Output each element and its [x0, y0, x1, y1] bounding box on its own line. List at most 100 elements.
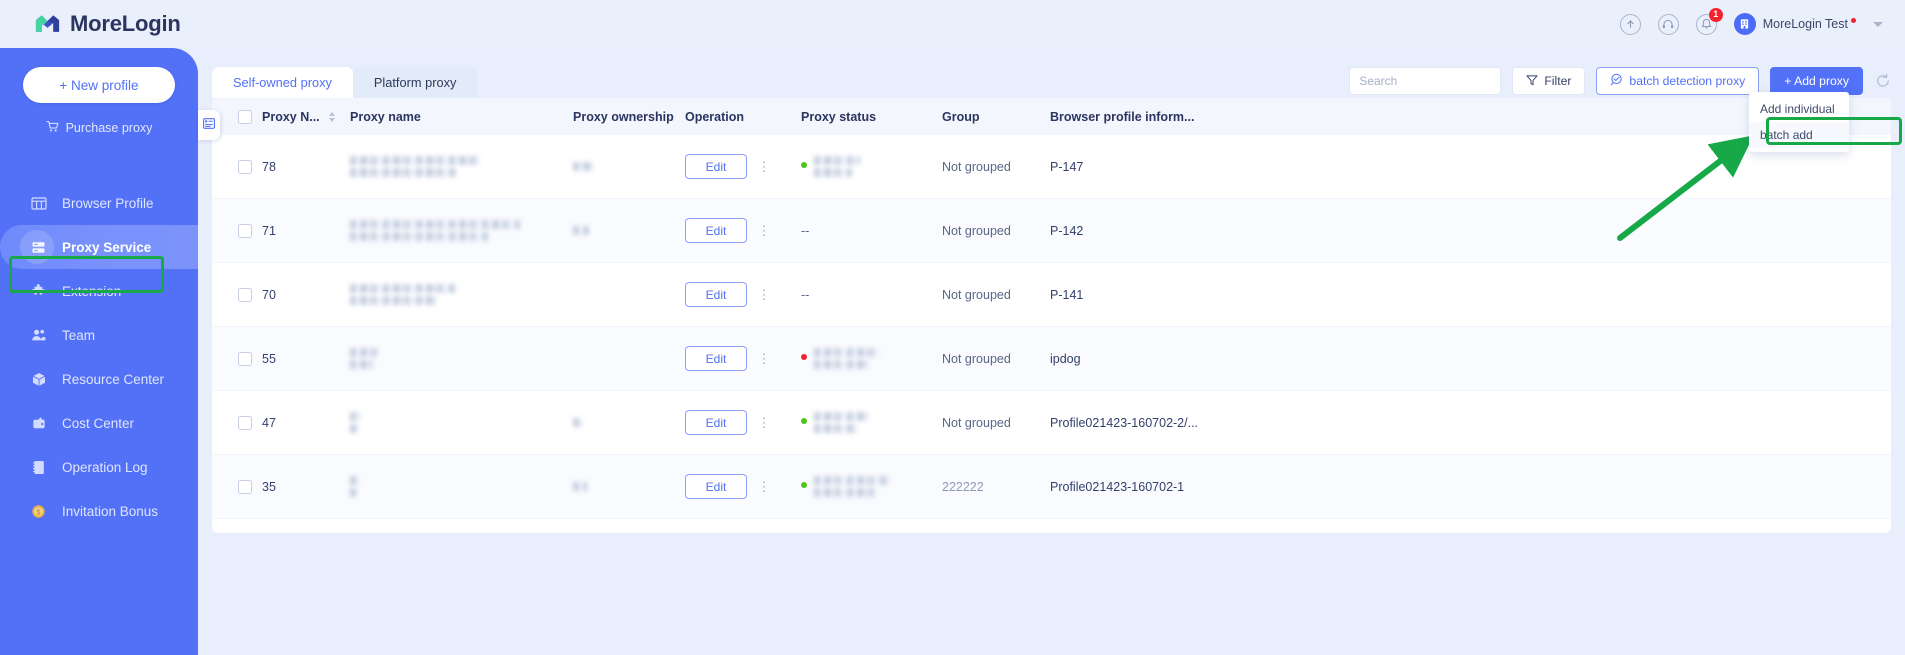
edit-button[interactable]: Edit	[685, 154, 747, 179]
purchase-proxy-link[interactable]: Purchase proxy	[0, 120, 198, 136]
table-row[interactable]: 47Edit⋮Not groupedProfile021423-160702-2…	[212, 391, 1891, 455]
user-name-label: MoreLogin Test	[1763, 17, 1856, 31]
sidebar-item-extension[interactable]: Extension	[0, 269, 198, 313]
sidebar-item-invitation-bonus[interactable]: $ Invitation Bonus	[0, 489, 198, 533]
group-cell: Not grouped	[942, 288, 1050, 302]
sidebar-item-team[interactable]: Team	[0, 313, 198, 357]
dropdown-item-batch-add[interactable]: batch add	[1749, 122, 1849, 148]
row-select-cell	[212, 480, 262, 494]
proxy-number-cell: 55	[262, 352, 350, 366]
row-checkbox[interactable]	[238, 224, 252, 238]
chevron-down-icon[interactable]	[1873, 22, 1883, 27]
search-input[interactable]	[1359, 74, 1514, 88]
support-headset-icon[interactable]	[1658, 14, 1679, 35]
sort-toggle-icon[interactable]	[329, 112, 335, 122]
edit-button[interactable]: Edit	[685, 474, 747, 499]
edit-button[interactable]: Edit	[685, 410, 747, 435]
proxy-ownership-cell	[573, 482, 685, 491]
column-header-proxy-status: Proxy status	[801, 110, 942, 124]
table-row[interactable]: 78Edit⋮Not groupedP-147	[212, 135, 1891, 199]
redacted-content	[350, 284, 573, 305]
row-more-menu-icon[interactable]: ⋮	[756, 160, 772, 173]
cart-icon	[46, 120, 59, 136]
sidebar: + New profile Purchase proxy B	[0, 48, 198, 655]
redacted-content	[350, 348, 573, 369]
notification-bell-icon[interactable]: 1	[1696, 14, 1717, 35]
avatar	[1734, 13, 1756, 35]
table-row[interactable]: 70Edit⋮--Not groupedP-141	[212, 263, 1891, 327]
row-select-cell	[212, 224, 262, 238]
row-select-cell	[212, 288, 262, 302]
row-more-menu-icon[interactable]: ⋮	[756, 416, 772, 429]
select-all-checkbox[interactable]	[238, 110, 252, 124]
add-proxy-button[interactable]: + Add proxy	[1770, 67, 1863, 95]
proxy-status-text: --	[801, 224, 809, 238]
edit-button[interactable]: Edit	[685, 282, 747, 307]
sidebar-nav: Browser Profile Proxy Service	[0, 181, 198, 533]
browser-profile-cell: Profile021423-160702-1	[1050, 480, 1891, 494]
sidebar-item-browser-profile[interactable]: Browser Profile	[0, 181, 198, 225]
table-row[interactable]: 55Edit⋮Not groupedipdog	[212, 327, 1891, 391]
tab-platform-proxy[interactable]: Platform proxy	[353, 67, 478, 98]
search-box[interactable]	[1349, 67, 1501, 95]
operation-cell: Edit ⋮	[685, 346, 801, 371]
table-row[interactable]: 71Edit⋮--Not groupedP-142	[212, 199, 1891, 263]
row-checkbox[interactable]	[238, 160, 252, 174]
column-header-proxy-number[interactable]: Proxy N...	[262, 110, 350, 124]
edit-button[interactable]: Edit	[685, 346, 747, 371]
redacted-content	[814, 348, 880, 369]
tab-self-owned-proxy[interactable]: Self-owned proxy	[212, 67, 353, 98]
sidebar-item-cost-center[interactable]: Cost Center	[0, 401, 198, 445]
row-more-menu-icon[interactable]: ⋮	[756, 224, 772, 237]
new-profile-button[interactable]: + New profile	[23, 67, 175, 103]
group-cell: Not grouped	[942, 352, 1050, 366]
browser-profile-cell: P-142	[1050, 224, 1891, 238]
operation-cell: Edit ⋮	[685, 218, 801, 243]
user-menu[interactable]: MoreLogin Test	[1734, 13, 1856, 35]
app-header: MoreLogin 1	[0, 0, 1905, 48]
sidebar-item-resource-center[interactable]: Resource Center	[0, 357, 198, 401]
puzzle-icon	[30, 283, 47, 300]
operation-cell: Edit ⋮	[685, 282, 801, 307]
edit-button[interactable]: Edit	[685, 218, 747, 243]
group-cell: Not grouped	[942, 416, 1050, 430]
toolbar: Self-owned proxy Platform proxy	[198, 48, 1905, 98]
redacted-content	[350, 156, 573, 177]
redacted-content	[573, 482, 685, 491]
column-header-operation: Operation	[685, 110, 801, 124]
proxy-ownership-cell	[573, 418, 685, 427]
dropdown-item-add-individual[interactable]: Add individual	[1749, 96, 1849, 122]
row-checkbox[interactable]	[238, 480, 252, 494]
upgrade-icon[interactable]	[1620, 14, 1641, 35]
coin-icon: $	[30, 503, 47, 520]
row-checkbox[interactable]	[238, 416, 252, 430]
row-checkbox[interactable]	[238, 288, 252, 302]
row-more-menu-icon[interactable]: ⋮	[756, 480, 772, 493]
row-select-cell	[212, 160, 262, 174]
column-header-proxy-name: Proxy name	[350, 110, 573, 124]
table-row[interactable]: 35Edit⋮222222Profile021423-160702-1	[212, 455, 1891, 519]
sidebar-collapse-handle[interactable]	[198, 110, 220, 140]
brand-logo[interactable]: MoreLogin	[34, 11, 181, 37]
redacted-content	[814, 156, 860, 177]
proxy-number-cell: 35	[262, 480, 350, 494]
browser-profile-cell: P-147	[1050, 160, 1891, 174]
sidebar-item-operation-log[interactable]: Operation Log	[0, 445, 198, 489]
filter-button[interactable]: Filter	[1512, 67, 1585, 95]
sidebar-item-proxy-service[interactable]: Proxy Service	[0, 225, 198, 269]
row-select-cell	[212, 416, 262, 430]
table-header-row: Proxy N... Proxy name Proxy ownership Op…	[212, 98, 1891, 135]
notification-count-badge: 1	[1709, 8, 1723, 22]
row-more-menu-icon[interactable]: ⋮	[756, 288, 772, 301]
row-checkbox[interactable]	[238, 352, 252, 366]
tab-bar: Self-owned proxy Platform proxy	[212, 67, 477, 98]
refresh-icon[interactable]	[1874, 73, 1891, 90]
redacted-content	[573, 418, 685, 427]
batch-detection-proxy-button[interactable]: batch detection proxy	[1596, 67, 1759, 95]
row-more-menu-icon[interactable]: ⋮	[756, 352, 772, 365]
proxy-name-cell	[350, 348, 573, 369]
proxy-name-cell	[350, 412, 573, 433]
browser-profile-cell: Profile021423-160702-2/...	[1050, 416, 1891, 430]
proxy-number-cell: 71	[262, 224, 350, 238]
proxy-name-cell	[350, 156, 573, 177]
